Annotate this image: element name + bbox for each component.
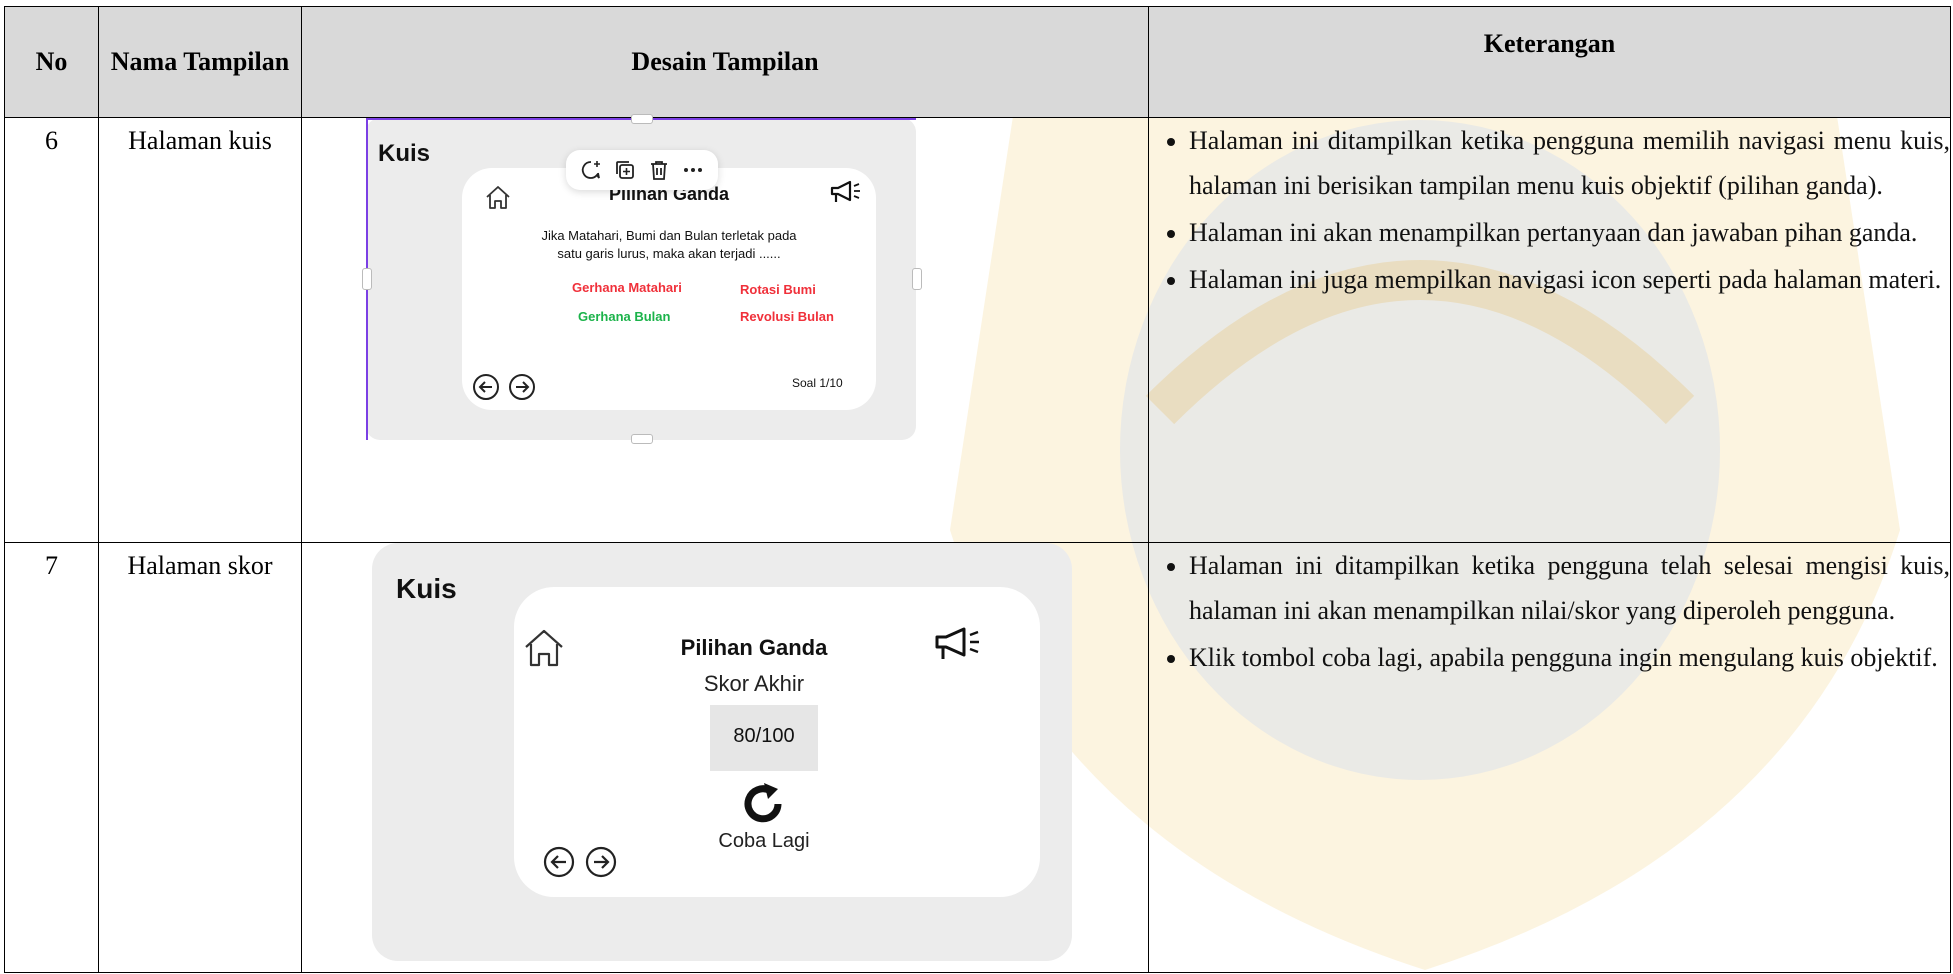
more-icon[interactable] xyxy=(682,159,704,181)
panel-title: Pilihan Ganda xyxy=(680,635,828,660)
score-value: 80/100 xyxy=(733,725,795,747)
row-number: 7 xyxy=(4,542,99,973)
list-item: Halaman ini juga mempilkan navigasi icon… xyxy=(1189,257,1950,302)
refresh-icon[interactable] xyxy=(740,781,786,827)
description-list: Halaman ini ditampilkan ketika pengguna … xyxy=(1149,118,1950,302)
table-header-row: No Nama Tampilan Desain Tampilan Keteran… xyxy=(4,6,1951,118)
score-label: Skor Akhir xyxy=(703,671,805,696)
list-item: Klik tombol coba lagi, apabila pengguna … xyxy=(1189,635,1950,680)
header-no: No xyxy=(4,6,99,118)
screen-title: Kuis xyxy=(396,573,457,604)
arrow-left-icon[interactable] xyxy=(542,845,576,879)
header-desain: Desain Tampilan xyxy=(301,6,1149,118)
table-row: 7 Halaman skor Kuis Pilihan Ganda Skor A… xyxy=(4,542,1951,973)
list-item: Halaman ini ditampilkan ketika pengguna … xyxy=(1189,543,1950,633)
list-item: Halaman ini ditampilkan ketika pengguna … xyxy=(1189,118,1950,208)
resize-handle xyxy=(362,268,372,290)
description-cell: Halaman ini ditampilkan ketika pengguna … xyxy=(1148,542,1951,973)
comment-add-icon[interactable] xyxy=(580,159,602,181)
header-nama: Nama Tampilan xyxy=(98,6,302,118)
row-name: Halaman skor xyxy=(98,542,302,973)
table-row: 6 Halaman kuis Kuis Pilihan Ganda Jika M… xyxy=(4,114,1951,543)
score-panel: Pilihan Ganda Skor Akhir 80/100 Coba Lag… xyxy=(514,587,1040,897)
arrow-right-icon[interactable] xyxy=(584,845,618,879)
speaker-icon[interactable] xyxy=(830,180,862,204)
score-screen-mock: Kuis Pilihan Ganda Skor Akhir 80/100 Cob… xyxy=(372,543,1072,961)
editor-toolbar xyxy=(566,150,718,190)
screen-title: Kuis xyxy=(378,140,431,167)
resize-handle xyxy=(912,268,922,290)
duplicate-icon[interactable] xyxy=(614,159,636,181)
design-cell: Kuis Pilihan Ganda Jika Matahari, Bumi d… xyxy=(301,114,1149,543)
design-table: No Nama Tampilan Desain Tampilan Keteran… xyxy=(4,6,1951,973)
question-line-2: satu garis lurus, maka akan terjadi ....… xyxy=(557,246,781,261)
speaker-icon[interactable] xyxy=(934,627,982,661)
option-gerhana-bulan[interactable]: Gerhana Bulan xyxy=(578,309,670,324)
trash-icon[interactable] xyxy=(648,159,670,181)
list-item: Halaman ini akan menampilkan pertanyaan … xyxy=(1189,210,1950,255)
resize-handle xyxy=(631,114,653,124)
quiz-panel: Pilihan Ganda Jika Matahari, Bumi dan Bu… xyxy=(462,168,876,410)
arrow-left-icon[interactable] xyxy=(472,373,500,401)
option-revolusi-bulan[interactable]: Revolusi Bulan xyxy=(740,309,834,324)
option-gerhana-matahari[interactable]: Gerhana Matahari xyxy=(572,280,682,295)
description-list: Halaman ini ditampilkan ketika pengguna … xyxy=(1149,543,1950,680)
header-keterangan: Keterangan xyxy=(1148,6,1951,118)
retry-label[interactable]: Coba Lagi xyxy=(674,830,854,853)
row-name: Halaman kuis xyxy=(98,117,302,543)
design-cell: Kuis Pilihan Ganda Skor Akhir 80/100 Cob… xyxy=(301,542,1149,973)
option-rotasi-bumi[interactable]: Rotasi Bumi xyxy=(740,282,816,297)
quiz-screen-mock: Kuis Pilihan Ganda Jika Matahari, Bumi d… xyxy=(362,114,922,444)
row-number: 6 xyxy=(4,117,99,543)
description-cell: Halaman ini ditampilkan ketika pengguna … xyxy=(1148,117,1951,543)
arrow-right-icon[interactable] xyxy=(508,373,536,401)
question-counter: Soal 1/10 xyxy=(792,376,843,390)
home-icon[interactable] xyxy=(522,627,566,669)
question-line-1: Jika Matahari, Bumi dan Bulan terletak p… xyxy=(541,228,797,243)
resize-handle xyxy=(631,434,653,444)
